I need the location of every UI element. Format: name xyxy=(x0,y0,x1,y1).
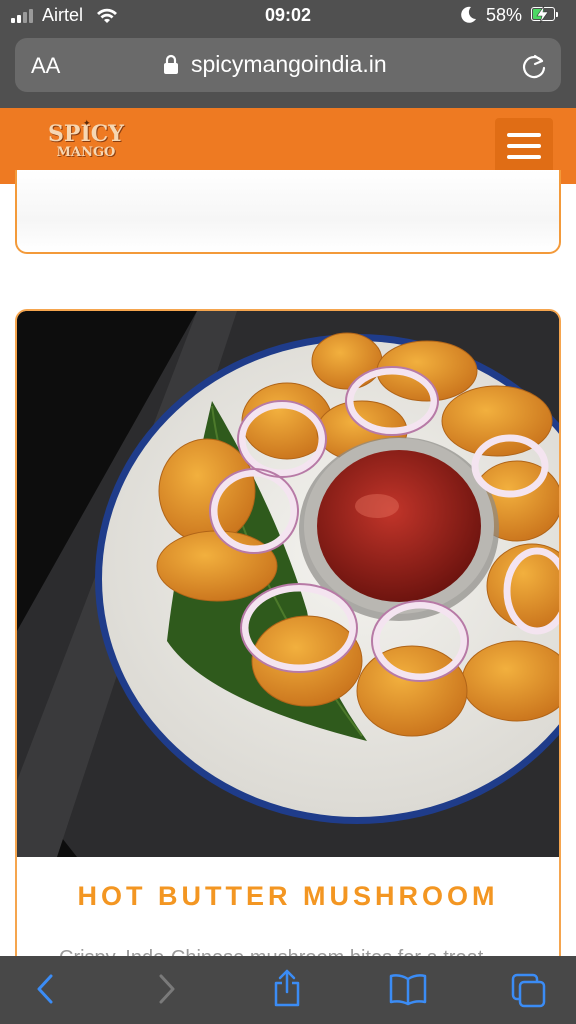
site-logo[interactable]: ✦ SPICY MANGO xyxy=(46,118,126,174)
browser-toolbar xyxy=(0,956,576,1024)
reload-icon[interactable] xyxy=(521,52,547,80)
battery-tip xyxy=(556,12,558,17)
lock-icon xyxy=(164,54,178,74)
product-card[interactable]: HOT BUTTER MUSHROOM Crispy, Indo-Chinese… xyxy=(15,309,561,969)
forward-icon[interactable] xyxy=(156,972,178,1006)
moon-icon xyxy=(461,6,476,23)
charging-bolt-icon xyxy=(536,6,549,23)
product-photo xyxy=(17,311,559,857)
share-icon[interactable] xyxy=(272,968,302,1008)
food-illustration xyxy=(17,311,559,857)
back-icon[interactable] xyxy=(34,972,56,1006)
text-size-button[interactable]: AA xyxy=(31,53,60,79)
product-title[interactable]: HOT BUTTER MUSHROOM xyxy=(17,881,559,912)
url-text[interactable]: spicymangoindia.in xyxy=(191,51,387,78)
previous-card xyxy=(15,170,561,254)
logo-line-2: MANGO xyxy=(56,145,116,160)
battery-percent: 58% xyxy=(486,5,523,25)
tabs-icon[interactable] xyxy=(510,972,548,1008)
logo-ornament: ✦ xyxy=(83,118,91,128)
status-bar: Airtel 09:02 58% xyxy=(0,0,576,34)
browser-address-area: AA spicymangoindia.in xyxy=(0,34,576,108)
url-field[interactable]: AA spicymangoindia.in xyxy=(15,38,561,92)
hamburger-menu-icon[interactable] xyxy=(495,118,553,174)
bookmarks-icon[interactable] xyxy=(388,972,428,1006)
